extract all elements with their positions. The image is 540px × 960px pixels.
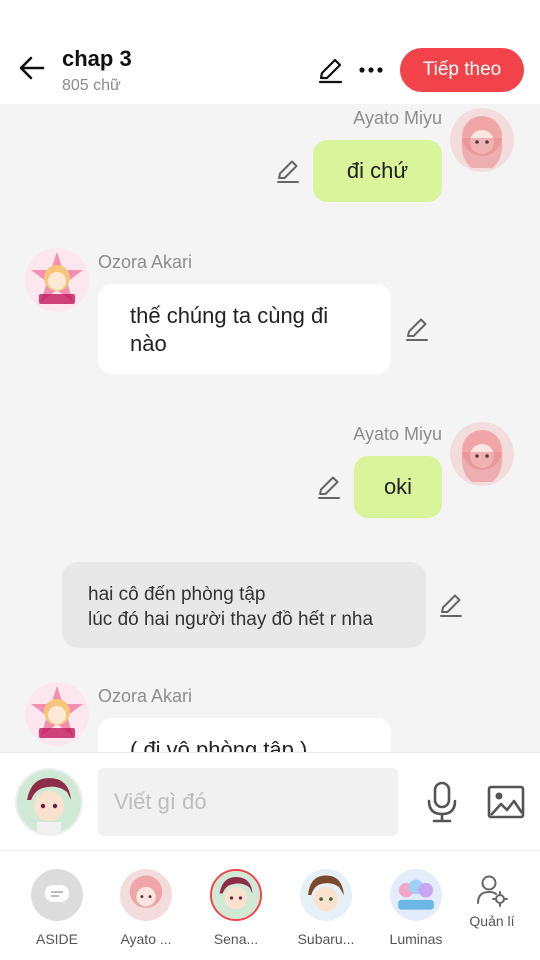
narration-line: hai cô đến phòng tập [88, 584, 266, 605]
character-item-sena[interactable]: Sena... [196, 869, 276, 947]
next-chapter-button[interactable]: Tiếp theo [400, 48, 524, 92]
aside-icon [31, 869, 83, 921]
chapter-title: chap 3 [62, 46, 132, 71]
avatar[interactable] [25, 248, 89, 312]
manage-user-icon [477, 875, 508, 907]
manage-button[interactable]: Quản lí [452, 873, 532, 929]
chat-area[interactable]: Ayato Miyu đi chứ Ozora Akari thế chúng … [0, 104, 540, 752]
sender-name: Ozora Akari [98, 686, 193, 706]
avatar-miyu-image [120, 869, 172, 921]
edit-message-icon[interactable] [316, 474, 342, 500]
selected-character-avatar[interactable] [15, 768, 83, 836]
arrow-left-icon [19, 56, 45, 80]
more-options-button[interactable] [356, 54, 386, 86]
image-icon[interactable] [486, 783, 526, 821]
message-bubble[interactable]: đi chứ [313, 140, 442, 202]
avatar-akari-image [25, 682, 89, 746]
character-label: Quản lí [469, 913, 515, 929]
edit-chapter-button[interactable] [314, 54, 346, 86]
narration-bubble[interactable]: hai cô đến phòng tập lúc đó hai người th… [62, 562, 426, 648]
edit-message-icon[interactable] [275, 158, 301, 184]
character-item-aside[interactable]: ASIDE [17, 869, 97, 947]
avatar-sena-image [17, 770, 81, 834]
more-dots-icon [359, 67, 383, 73]
edit-message-icon[interactable] [404, 316, 430, 342]
character-item-luminas[interactable]: Luminas [376, 869, 456, 947]
chat-bubble-icon [45, 885, 69, 902]
avatar-luminas-image [390, 869, 442, 921]
composer-bar: Viết gì đó [0, 752, 540, 850]
character-item-subaru[interactable]: Subaru... [286, 869, 366, 947]
character-label: Sena... [213, 931, 259, 947]
avatar [390, 869, 442, 921]
avatar-subaru-image [300, 869, 352, 921]
message-input[interactable]: Viết gì đó [98, 768, 398, 836]
message-bubble[interactable]: thế chúng ta cùng đi nào [98, 284, 391, 374]
edit-message-icon[interactable] [438, 592, 464, 618]
back-button[interactable] [14, 50, 50, 86]
character-label: Luminas [389, 931, 443, 947]
avatar[interactable] [25, 682, 89, 746]
message-right: Ayato Miyu oki [0, 420, 540, 524]
pencil-icon [318, 58, 343, 84]
character-label: ASIDE [35, 931, 78, 947]
avatar-akari-image [25, 248, 89, 312]
character-item-ayato[interactable]: Ayato ... [106, 869, 186, 947]
avatar[interactable] [450, 422, 514, 486]
microphone-icon[interactable] [422, 780, 462, 824]
narration-line: lúc đó hai người thay đồ hết r nha [88, 609, 374, 630]
character-label: Ayato ... [120, 931, 172, 947]
avatar [120, 869, 172, 921]
narration-message: hai cô đến phòng tập lúc đó hai người th… [0, 562, 540, 652]
character-label: Subaru... [297, 931, 355, 947]
header-bar: chap 3 805 chữ Tiếp theo [0, 0, 540, 104]
message-left: Ozora Akari ( đi vô phòng tập ) [0, 678, 540, 752]
character-bar: ASIDE Ayato ... Sena... Subaru... Lumina… [0, 850, 540, 960]
avatar [210, 869, 262, 921]
message-right: Ayato Miyu đi chứ [0, 104, 540, 214]
avatar-miyu-image [450, 108, 514, 172]
sender-name: Ayato Miyu [353, 424, 442, 444]
sender-name: Ayato Miyu [353, 108, 442, 128]
avatar[interactable] [450, 108, 514, 172]
avatar-miyu-image [450, 422, 514, 486]
message-bubble[interactable]: oki [354, 456, 442, 518]
word-count: 805 chữ [62, 77, 121, 94]
sender-name: Ozora Akari [98, 252, 193, 272]
message-left: Ozora Akari thế chúng ta cùng đi nào [0, 244, 540, 384]
message-bubble[interactable]: ( đi vô phòng tập ) [98, 718, 391, 752]
avatar-sena-image [212, 871, 260, 919]
avatar [300, 869, 352, 921]
